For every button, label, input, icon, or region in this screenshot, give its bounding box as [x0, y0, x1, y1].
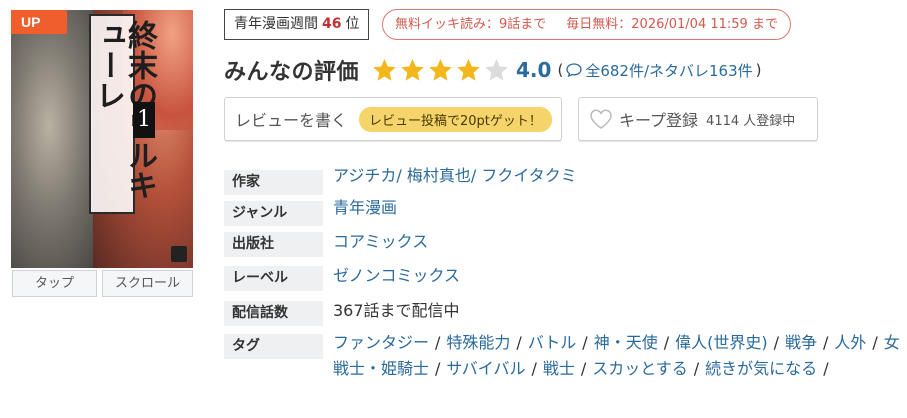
tag-link[interactable]: バトル	[528, 333, 576, 352]
write-review-label: レビューを書く	[235, 111, 348, 130]
tag-separator: /	[773, 333, 779, 352]
open-paren: (	[557, 61, 564, 79]
scroll-mode-button[interactable]: スクロール	[102, 270, 193, 297]
rating-stars	[371, 57, 510, 84]
rating-heading: みんなの評価	[224, 60, 360, 85]
rating-row: みんなの評価 4.0 ( 全682件/ネタバレ163件 )	[224, 53, 762, 87]
ranking-prefix: 青年漫画週間	[234, 16, 318, 32]
tag-separator: /	[516, 333, 522, 352]
free-daily-text: 毎日無料：2026/01/04 11:59 まで	[566, 17, 778, 32]
cover-volume-number: 1	[133, 102, 155, 138]
tag-separator: /	[872, 333, 878, 352]
publisher-label: 出版社	[224, 232, 323, 257]
star-filled-icon	[373, 58, 396, 81]
author-values: アジチカ/ 梅村真也/ フクイタクミ	[333, 166, 577, 185]
ranking-badge[interactable]: 青年漫画週間 46 位	[224, 9, 370, 40]
star-empty-icon	[485, 58, 508, 81]
tag-separator: /	[531, 359, 537, 378]
episodes-label: 配信話数	[224, 301, 323, 326]
close-paren: )	[755, 61, 762, 79]
tag-link[interactable]: 戦争	[785, 333, 817, 352]
author-link[interactable]: 梅村真也	[407, 166, 471, 185]
up-badge: UP	[11, 10, 67, 34]
keep-register-button[interactable]: キープ登録 4114 人登録中	[578, 97, 818, 141]
tag-link[interactable]: 偉人(世界史)	[675, 333, 768, 352]
cover-title-logo: 終末のワルキューレ	[89, 14, 157, 214]
star-filled-icon	[429, 58, 452, 81]
genre-label: ジャンル	[224, 201, 323, 226]
tag-link[interactable]: ファンタジー	[333, 333, 429, 352]
tag-separator: /	[435, 359, 441, 378]
label-label: レーベル	[224, 266, 323, 291]
genre-link[interactable]: 青年漫画	[333, 195, 397, 220]
review-point-pill: レビュー投稿で20ptゲット！	[359, 106, 552, 132]
keep-register-count: 4114 人登録中	[706, 113, 796, 129]
tag-separator: /	[663, 333, 670, 352]
heart-icon	[590, 109, 612, 129]
tag-link[interactable]: 戦士	[543, 359, 575, 378]
tag-link[interactable]: 特殊能力	[446, 333, 510, 352]
publisher-link[interactable]: コアミックス	[333, 229, 428, 254]
label-link[interactable]: ゼノンコミックス	[333, 263, 460, 288]
publisher-logo	[171, 246, 187, 262]
tag-link[interactable]: 続きが気になる	[705, 359, 817, 378]
tag-separator: /	[435, 333, 441, 352]
tag-link[interactable]: 神・天使	[594, 333, 658, 352]
free-read-info: 無料イッキ読み：9話まで 毎日無料：2026/01/04 11:59 まで	[382, 9, 791, 40]
ranking-number: 46	[322, 16, 342, 32]
keep-register-label: キープ登録	[619, 111, 699, 130]
rating-score: 4.0	[516, 58, 552, 82]
tag-separator: /	[582, 333, 588, 352]
episodes-value: 367話まで配信中	[333, 301, 460, 320]
review-counts-text: 全682件/ネタバレ163件	[585, 61, 753, 80]
tag-separator: /	[823, 359, 829, 378]
tag-separator: /	[823, 333, 829, 352]
author-link[interactable]: フクイタクミ	[481, 166, 576, 185]
review-count-link[interactable]: ( 全682件/ネタバレ163件 )	[557, 60, 761, 81]
star-filled-icon	[401, 58, 424, 81]
ranking-suffix: 位	[345, 16, 360, 32]
write-review-button[interactable]: レビューを書く レビュー投稿で20ptゲット！	[224, 97, 562, 141]
tag-separator: /	[580, 359, 587, 378]
free-ikki-text: 無料イッキ読み：9話まで	[395, 17, 547, 32]
tag-link[interactable]: 人外	[834, 333, 866, 352]
author-label: 作家	[224, 170, 323, 195]
comment-bubble-icon	[566, 63, 582, 77]
tag-link[interactable]: スカッとする	[592, 359, 688, 378]
cover-image[interactable]: 終末のワルキューレ 1 UP	[11, 10, 193, 268]
author-link[interactable]: アジチカ	[333, 166, 396, 185]
tag-link[interactable]: サバイバル	[446, 359, 525, 378]
star-filled-icon	[457, 58, 480, 81]
tap-mode-button[interactable]: タップ	[12, 270, 97, 297]
tags-label: タグ	[224, 334, 323, 359]
tag-separator: /	[693, 359, 700, 378]
tag-list: ファンタジー / 特殊能力 / バトル / 神・天使 / 偉人(世界史) / 戦争 / 人外 / 女戦士・姫…	[333, 330, 903, 382]
